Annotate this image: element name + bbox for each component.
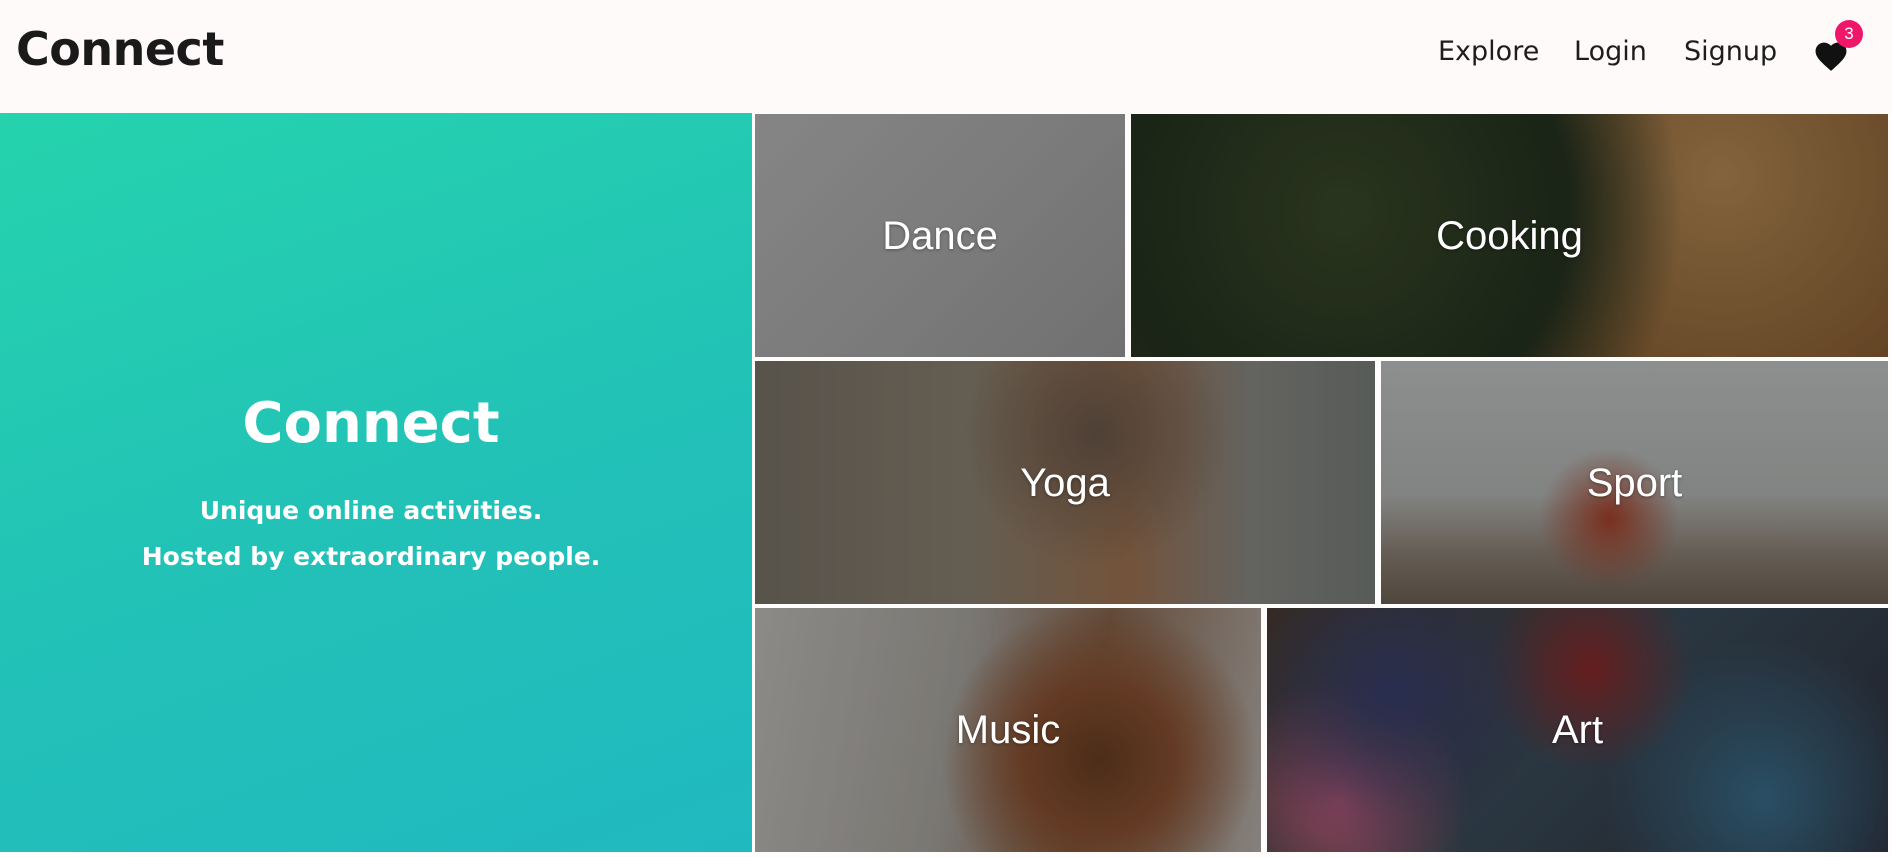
- category-tile-art[interactable]: Art: [1267, 608, 1888, 852]
- category-tile-cooking[interactable]: Cooking: [1131, 114, 1888, 357]
- nav-login-link[interactable]: Login: [1574, 34, 1647, 70]
- brand-logo[interactable]: Connect: [16, 22, 224, 76]
- top-navbar: Connect Explore Login Signup 3: [0, 0, 1892, 113]
- category-label: Dance: [882, 213, 998, 258]
- favorites-count-badge: 3: [1835, 20, 1863, 48]
- category-label: Yoga: [1020, 460, 1110, 505]
- category-label: Music: [955, 708, 1061, 752]
- category-label: Art: [1551, 708, 1604, 752]
- category-label: Cooking: [1436, 213, 1583, 258]
- hero-title: Connect: [242, 391, 500, 456]
- hero-tagline-line-2: Hosted by extraordinary people.: [141, 542, 601, 571]
- category-tile-music[interactable]: Music: [755, 608, 1261, 852]
- hero-panel: Connect Unique online activities. Hosted…: [0, 113, 752, 852]
- category-tile-dance[interactable]: Dance: [755, 114, 1125, 357]
- page: Connect Explore Login Signup 3 Connect U…: [0, 0, 1892, 857]
- category-tile-sport[interactable]: Sport: [1381, 361, 1888, 604]
- hero-tagline-line-1: Unique online activities.: [199, 496, 543, 525]
- nav-explore-link[interactable]: Explore: [1438, 34, 1539, 70]
- nav-signup-link[interactable]: Signup: [1684, 34, 1777, 70]
- category-tile-yoga[interactable]: Yoga: [755, 361, 1375, 604]
- category-label: Sport: [1586, 460, 1683, 505]
